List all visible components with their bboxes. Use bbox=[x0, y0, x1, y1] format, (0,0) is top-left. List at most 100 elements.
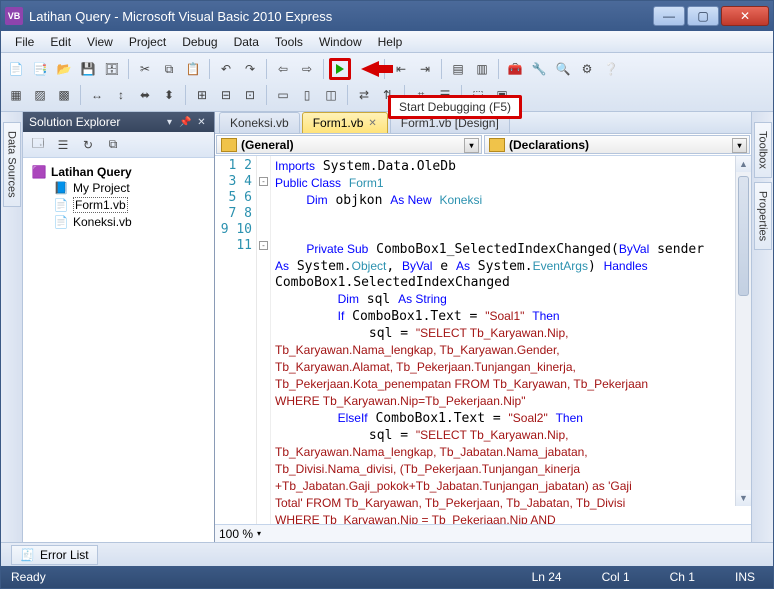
class-combo[interactable]: (General) ▾ bbox=[216, 135, 482, 154]
tb2-11-icon[interactable]: ▭ bbox=[272, 84, 294, 106]
minimize-button[interactable]: — bbox=[653, 6, 685, 26]
member-combo[interactable]: (Declarations) ▾ bbox=[484, 135, 750, 154]
fold-toggle-icon[interactable]: - bbox=[259, 177, 268, 186]
help-icon[interactable]: ❔ bbox=[600, 58, 622, 80]
scroll-down-icon[interactable]: ▼ bbox=[736, 490, 751, 506]
indent-more-icon[interactable]: ⇥ bbox=[414, 58, 436, 80]
body-area: Data Sources Solution Explorer ▾ 📌 ✕ 🗔 ☰… bbox=[1, 112, 773, 542]
app-icon: VB bbox=[5, 7, 23, 25]
tree-item-koneksi[interactable]: 📄 Koneksi.vb bbox=[25, 214, 212, 230]
toolbox-tab[interactable]: Toolbox bbox=[754, 122, 772, 178]
tab-close-icon[interactable]: ✕ bbox=[368, 118, 376, 129]
line-gutter: 1 2 3 4 5 6 7 8 9 10 11 bbox=[215, 156, 257, 524]
redo-icon[interactable]: ↷ bbox=[239, 58, 261, 80]
annotation-arrow-icon bbox=[361, 61, 379, 77]
menu-data[interactable]: Data bbox=[226, 33, 267, 51]
properties-pane-icon[interactable]: 🗔 bbox=[27, 134, 49, 156]
tb2-3-icon[interactable]: ▩ bbox=[53, 84, 75, 106]
zoom-level[interactable]: 100 % bbox=[219, 527, 253, 541]
tb2-5-icon[interactable]: ↕ bbox=[110, 84, 132, 106]
code-area[interactable]: 1 2 3 4 5 6 7 8 9 10 11 - - Imports Syst… bbox=[215, 156, 751, 524]
status-line: Ln 24 bbox=[532, 570, 562, 584]
comment-icon[interactable]: ▤ bbox=[447, 58, 469, 80]
tab-form1[interactable]: Form1.vb✕ bbox=[302, 112, 388, 133]
tree-label: Form1.vb bbox=[73, 197, 128, 213]
nav-back-icon[interactable]: ⇦ bbox=[272, 58, 294, 80]
data-sources-tab[interactable]: Data Sources bbox=[3, 122, 21, 207]
menu-tools[interactable]: Tools bbox=[267, 33, 311, 51]
project-label: Latihan Query bbox=[51, 165, 132, 179]
close-button[interactable]: ✕ bbox=[721, 6, 769, 26]
fold-column[interactable]: - - bbox=[257, 156, 271, 524]
save-icon[interactable]: 💾 bbox=[77, 58, 99, 80]
menu-debug[interactable]: Debug bbox=[174, 33, 225, 51]
object-browser-icon[interactable]: 🔍 bbox=[552, 58, 574, 80]
tb2-4-icon[interactable]: ↔ bbox=[86, 84, 108, 106]
myproject-icon: 📘 bbox=[53, 181, 69, 195]
project-node[interactable]: 🟪 Latihan Query bbox=[25, 164, 212, 180]
refresh-icon[interactable]: ↻ bbox=[77, 134, 99, 156]
open-icon[interactable]: 📂 bbox=[53, 58, 75, 80]
tb2-12-icon[interactable]: ▯ bbox=[296, 84, 318, 106]
solution-tree[interactable]: 🟪 Latihan Query 📘 My Project 📄 Form1.vb … bbox=[23, 158, 214, 542]
zoom-chevron-icon[interactable]: ▾ bbox=[257, 529, 261, 538]
solution-explorer: Solution Explorer ▾ 📌 ✕ 🗔 ☰ ↻ ⧉ 🟪 Latiha… bbox=[23, 112, 215, 542]
menu-edit[interactable]: Edit bbox=[42, 33, 79, 51]
tb2-7-icon[interactable]: ⬍ bbox=[158, 84, 180, 106]
pin-icon[interactable]: 📌 bbox=[179, 116, 192, 129]
separator bbox=[209, 59, 210, 79]
save-all-icon[interactable]: 🗄 bbox=[101, 58, 123, 80]
show-all-icon[interactable]: ☰ bbox=[52, 134, 74, 156]
nav-fwd-icon[interactable]: ⇨ bbox=[296, 58, 318, 80]
uncomment-icon[interactable]: ▥ bbox=[471, 58, 493, 80]
undo-icon[interactable]: ↶ bbox=[215, 58, 237, 80]
menu-window[interactable]: Window bbox=[311, 33, 370, 51]
tb2-10-icon[interactable]: ⊡ bbox=[239, 84, 261, 106]
fold-toggle-icon[interactable]: - bbox=[259, 241, 268, 250]
titlebar[interactable]: VB Latihan Query - Microsoft Visual Basi… bbox=[1, 1, 773, 31]
chevron-down-icon[interactable]: ▾ bbox=[732, 138, 747, 153]
vertical-scrollbar[interactable]: ▲ ▼ bbox=[735, 156, 751, 506]
tb2-2-icon[interactable]: ▨ bbox=[29, 84, 51, 106]
new-project-icon[interactable]: 📄 bbox=[5, 58, 27, 80]
scroll-up-icon[interactable]: ▲ bbox=[736, 156, 751, 172]
extension-icon[interactable]: ⚙ bbox=[576, 58, 598, 80]
code-text[interactable]: Imports System.Data.OleDb Public Class F… bbox=[271, 156, 751, 524]
tb2-8-icon[interactable]: ⊞ bbox=[191, 84, 213, 106]
toolbox-icon[interactable]: 🧰 bbox=[504, 58, 526, 80]
solution-toolbar: 🗔 ☰ ↻ ⧉ bbox=[23, 132, 214, 158]
separator bbox=[266, 85, 267, 105]
add-item-icon[interactable]: 📑 bbox=[29, 58, 51, 80]
start-debugging-button[interactable] bbox=[329, 58, 351, 80]
tree-item-form1[interactable]: 📄 Form1.vb bbox=[25, 196, 212, 214]
zoom-row: 100 % ▾ bbox=[215, 524, 751, 542]
tb2-6-icon[interactable]: ⬌ bbox=[134, 84, 156, 106]
close-panel-icon[interactable]: ✕ bbox=[195, 116, 208, 129]
tb2-9-icon[interactable]: ⊟ bbox=[215, 84, 237, 106]
menu-project[interactable]: Project bbox=[121, 33, 174, 51]
tree-item-myproject[interactable]: 📘 My Project bbox=[25, 180, 212, 196]
properties-icon[interactable]: 🔧 bbox=[528, 58, 550, 80]
cut-icon[interactable]: ✂ bbox=[134, 58, 156, 80]
paste-icon[interactable]: 📋 bbox=[182, 58, 204, 80]
error-list-label: Error List bbox=[40, 548, 89, 562]
scroll-thumb[interactable] bbox=[738, 176, 749, 296]
indent-less-icon[interactable]: ⇤ bbox=[390, 58, 412, 80]
view-code-icon[interactable]: ⧉ bbox=[102, 134, 124, 156]
tab-koneksi[interactable]: Koneksi.vb bbox=[219, 112, 300, 133]
tb2-13-icon[interactable]: ◫ bbox=[320, 84, 342, 106]
maximize-button[interactable]: ▢ bbox=[687, 6, 719, 26]
menu-help[interactable]: Help bbox=[370, 33, 411, 51]
properties-tab[interactable]: Properties bbox=[754, 182, 772, 250]
dropdown-icon[interactable]: ▾ bbox=[163, 116, 176, 129]
error-list-tab[interactable]: 🧾 Error List bbox=[11, 545, 98, 565]
tb2-1-icon[interactable]: ▦ bbox=[5, 84, 27, 106]
menu-file[interactable]: File bbox=[7, 33, 42, 51]
tb2-14-icon[interactable]: ⇄ bbox=[353, 84, 375, 106]
editor-area: Koneksi.vb Form1.vb✕ Form1.vb [Design] (… bbox=[215, 112, 751, 542]
tree-label: Koneksi.vb bbox=[73, 215, 132, 229]
copy-icon[interactable]: ⧉ bbox=[158, 58, 180, 80]
solution-explorer-header[interactable]: Solution Explorer ▾ 📌 ✕ bbox=[23, 112, 214, 132]
menu-view[interactable]: View bbox=[79, 33, 121, 51]
chevron-down-icon[interactable]: ▾ bbox=[464, 138, 479, 153]
